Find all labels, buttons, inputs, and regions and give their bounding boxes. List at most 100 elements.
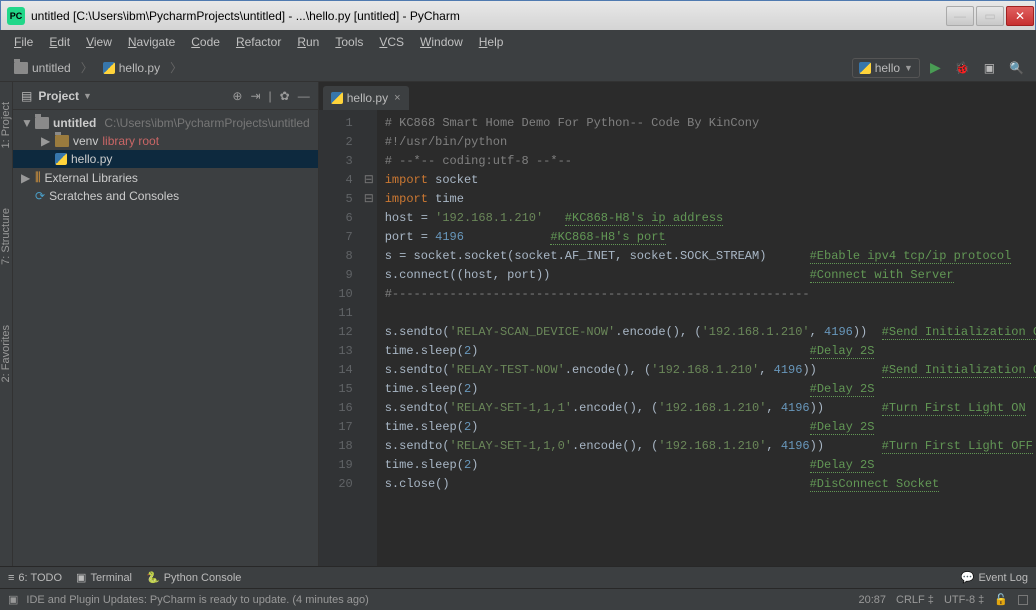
collapse-all-icon[interactable]: ⇥ xyxy=(250,89,260,103)
tree-venv[interactable]: ▶ venv library root xyxy=(13,132,318,150)
code-line[interactable]: port = 4196 #KC868-H8's port xyxy=(385,228,1036,247)
label: Python Console xyxy=(164,572,242,584)
menu-bar: FileEditViewNavigateCodeRefactorRunTools… xyxy=(0,30,1036,54)
sidebar-tab-structure[interactable]: 7: Structure xyxy=(0,208,12,265)
run-config-selector[interactable]: hello ▼ xyxy=(852,58,920,78)
sidebar-tab-project[interactable]: 1: Project xyxy=(0,102,12,148)
menu-run[interactable]: Run xyxy=(291,32,325,52)
scratch-icon: ⟳ xyxy=(35,189,45,203)
chevron-down-icon[interactable]: ▼ xyxy=(83,91,92,101)
tree-label: untitled xyxy=(53,116,96,130)
folder-icon: ▤ xyxy=(21,89,32,103)
code-line[interactable]: # --*-- coding:utf-8 --*-- xyxy=(385,152,1036,171)
expand-icon[interactable]: ▼ xyxy=(21,116,31,130)
breadcrumb-file[interactable]: hello.py xyxy=(97,59,166,77)
expand-icon[interactable]: ▶ xyxy=(41,134,51,148)
code-line[interactable]: import time xyxy=(385,190,1036,209)
breadcrumb: untitled 〉 hello.py 〉 xyxy=(8,59,182,77)
menu-vcs[interactable]: VCS xyxy=(373,32,410,52)
maximize-button[interactable]: ▭ xyxy=(976,6,1004,26)
code-line[interactable]: #---------------------------------------… xyxy=(385,285,1036,304)
minimize-button[interactable]: — xyxy=(946,6,974,26)
project-tree: ▼ untitled C:\Users\ibm\PycharmProjects\… xyxy=(13,110,318,209)
window-titlebar: PC untitled [C:\Users\ibm\PycharmProject… xyxy=(0,0,1036,30)
code-line[interactable]: s.sendto('RELAY-TEST-NOW'.encode(), ('19… xyxy=(385,361,1036,380)
project-title: Project xyxy=(38,89,79,103)
code-line[interactable]: time.sleep(2) #Delay 2S xyxy=(385,418,1036,437)
code-line[interactable]: time.sleep(2) #Delay 2S xyxy=(385,456,1036,475)
tab-hello[interactable]: hello.py × xyxy=(323,86,409,110)
inspector-icon[interactable] xyxy=(1018,595,1028,605)
folder-icon xyxy=(55,135,69,147)
sidebar-tab-favorites[interactable]: 2: Favorites xyxy=(0,325,12,382)
status-bar: ▣ IDE and Plugin Updates: PyCharm is rea… xyxy=(0,588,1036,610)
event-log[interactable]: 💬 Event Log xyxy=(961,571,1028,584)
run-config-label: hello xyxy=(875,61,900,75)
project-header: ▤ Project ▼ ⊕ ⇥ | ✿ — xyxy=(13,82,318,110)
code-line[interactable]: s.sendto('RELAY-SCAN_DEVICE-NOW'.encode(… xyxy=(385,323,1036,342)
python-icon xyxy=(55,153,67,165)
code-line[interactable]: import socket xyxy=(385,171,1036,190)
todo-tool-window[interactable]: ≡ 6: TODO xyxy=(8,572,62,584)
menu-tools[interactable]: Tools xyxy=(329,32,369,52)
menu-refactor[interactable]: Refactor xyxy=(230,32,287,52)
lock-icon[interactable]: 🔓 xyxy=(994,593,1008,606)
menu-help[interactable]: Help xyxy=(473,32,510,52)
code-line[interactable]: s.connect((host, port)) #Connect with Se… xyxy=(385,266,1036,285)
tool-windows-bar: ≡ 6: TODO ▣ Terminal 🐍 Python Console 💬 … xyxy=(0,566,1036,588)
tree-external-libs[interactable]: ▶ ⫼ External Libraries xyxy=(13,168,318,187)
code-line[interactable]: s.sendto('RELAY-SET-1,1,1'.encode(), ('1… xyxy=(385,399,1036,418)
menu-window[interactable]: Window xyxy=(414,32,469,52)
code-line[interactable]: time.sleep(2) #Delay 2S xyxy=(385,342,1036,361)
code-line[interactable] xyxy=(385,304,1036,323)
code-line[interactable]: time.sleep(2) #Delay 2S xyxy=(385,380,1036,399)
code-line[interactable]: s.close() #DisConnect Socket xyxy=(385,475,1036,494)
window-title: untitled [C:\Users\ibm\PycharmProjects\u… xyxy=(31,9,945,23)
tree-file-hello[interactable]: hello.py xyxy=(13,150,318,168)
cursor-position[interactable]: 20:87 xyxy=(858,594,886,606)
close-button[interactable]: ✕ xyxy=(1006,6,1034,26)
tree-label: Scratches and Consoles xyxy=(49,189,179,203)
code-line[interactable]: host = '192.168.1.210' #KC868-H8's ip ad… xyxy=(385,209,1036,228)
menu-navigate[interactable]: Navigate xyxy=(122,32,181,52)
menu-view[interactable]: View xyxy=(80,32,118,52)
editor-area: hello.py × 12345678910111213141516171819… xyxy=(319,82,1036,566)
code-line[interactable]: #!/usr/bin/python xyxy=(385,133,1036,152)
tree-root[interactable]: ▼ untitled C:\Users\ibm\PycharmProjects\… xyxy=(13,114,318,132)
menu-edit[interactable]: Edit xyxy=(43,32,76,52)
line-separator[interactable]: CRLF ‡ xyxy=(896,594,934,606)
run-with-coverage-button[interactable]: ▣ xyxy=(980,59,999,77)
code-line[interactable]: # KC868 Smart Home Demo For Python-- Cod… xyxy=(385,114,1036,133)
list-icon: ≡ xyxy=(8,572,14,584)
scroll-from-source-icon[interactable]: ⊕ xyxy=(232,89,242,103)
hide-icon[interactable]: — xyxy=(298,89,310,103)
file-encoding[interactable]: UTF-8 ‡ xyxy=(944,594,984,606)
breadcrumb-project[interactable]: untitled xyxy=(8,59,77,77)
expand-icon[interactable]: ▶ xyxy=(21,171,31,185)
tree-label: External Libraries xyxy=(45,171,138,185)
code-line[interactable]: s = socket.socket(socket.AF_INET, socket… xyxy=(385,247,1036,266)
line-gutter: 1234567891011121314151617181920 xyxy=(319,110,361,566)
folder-icon xyxy=(14,62,28,74)
fold-gutter: ⊟⊟ xyxy=(361,110,377,566)
python-console-tool-window[interactable]: 🐍 Python Console xyxy=(146,571,241,584)
label: Terminal xyxy=(90,572,132,584)
code-line[interactable]: s.sendto('RELAY-SET-1,1,0'.encode(), ('1… xyxy=(385,437,1036,456)
tree-scratches[interactable]: ⟳ Scratches and Consoles xyxy=(13,187,318,205)
run-button[interactable]: ▶ xyxy=(926,57,945,78)
editor-tabs: hello.py × xyxy=(319,82,1036,110)
sidebar-left: 1: Project 7: Structure 2: Favorites xyxy=(0,82,13,566)
bubble-icon: 💬 xyxy=(961,571,975,584)
panel-toggle-icon[interactable]: ▣ xyxy=(8,593,18,606)
code-area[interactable]: # KC868 Smart Home Demo For Python-- Cod… xyxy=(377,110,1036,566)
search-everywhere-button[interactable]: 🔍 xyxy=(1005,59,1028,77)
terminal-tool-window[interactable]: ▣ Terminal xyxy=(76,571,132,584)
debug-button[interactable]: 🐞 xyxy=(951,59,974,77)
editor-body[interactable]: 1234567891011121314151617181920 ⊟⊟ # KC8… xyxy=(319,110,1036,566)
tree-label: hello.py xyxy=(71,152,112,166)
close-icon[interactable]: × xyxy=(394,92,400,104)
menu-code[interactable]: Code xyxy=(185,32,226,52)
menu-file[interactable]: File xyxy=(8,32,39,52)
settings-icon[interactable]: ✿ xyxy=(280,89,290,103)
tree-label: venv xyxy=(73,134,98,148)
